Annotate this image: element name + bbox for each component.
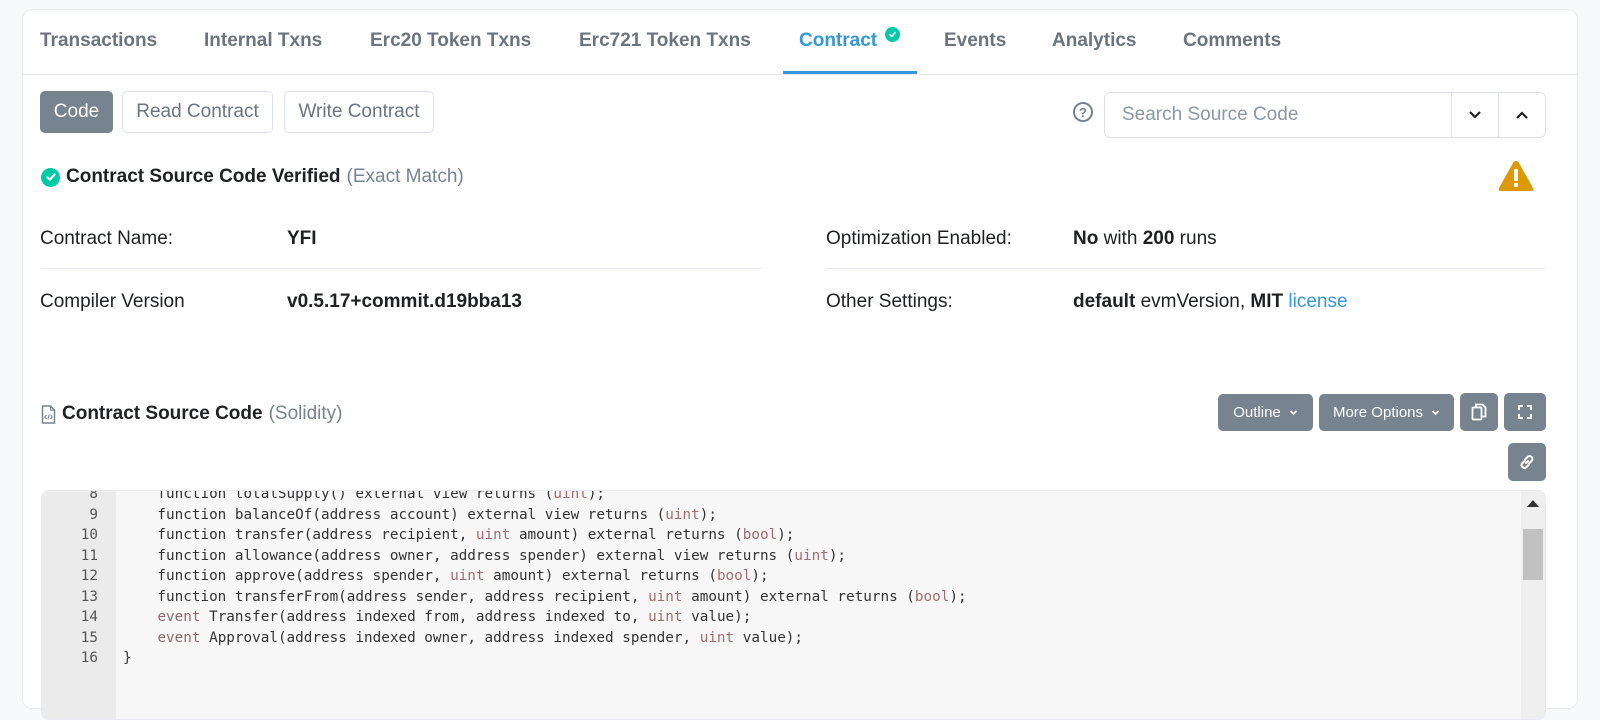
code-line: 15 event Approval(address indexed owner,…: [42, 628, 1545, 649]
line-number: 10: [80, 527, 98, 543]
code-line: 10 function transfer(address recipient, …: [42, 525, 1545, 546]
warning-icon[interactable]: [1497, 159, 1535, 198]
source-code-heading: Contract Source Code (Solidity): [41, 403, 343, 425]
code-text: event Approval(address indexed owner, ad…: [157, 629, 804, 646]
code-text: function totalSupply() external view ret…: [123, 490, 606, 502]
license-type: MIT: [1250, 291, 1284, 312]
compiler-version-value: v0.5.17+commit.d19bba13: [287, 291, 522, 312]
contract-card: Transactions Internal Txns Erc20 Token T…: [22, 9, 1578, 720]
tab-transactions[interactable]: Transactions: [40, 30, 157, 52]
code-line: 12 function approve(address spender, uin…: [42, 566, 1545, 587]
code-line: 16}: [42, 648, 1545, 669]
line-number: 16: [80, 650, 98, 666]
divider: [826, 268, 1546, 269]
tab-contract[interactable]: Contract: [799, 30, 877, 52]
editor-scrollbar[interactable]: [1521, 491, 1545, 719]
optimization-with: with: [1103, 228, 1138, 249]
code-text: event Transfer(address indexed from, add…: [157, 609, 752, 625]
scroll-up-arrow-icon[interactable]: [1527, 500, 1539, 507]
search-next-button[interactable]: [1451, 93, 1498, 137]
code-text: function allowance(address owner, addres…: [123, 547, 847, 564]
tab-events[interactable]: Events: [944, 30, 1006, 52]
tab-erc721-token-txns[interactable]: Erc721 Token Txns: [579, 30, 751, 52]
tab-comments[interactable]: Comments: [1183, 30, 1281, 52]
code-lines: 8 function totalSupply() external view r…: [42, 490, 1545, 669]
source-language: (Solidity): [268, 403, 343, 424]
help-icon[interactable]: ?: [1073, 102, 1093, 122]
other-settings-value: default evmVersion, MIT license: [1073, 291, 1348, 313]
code-text: function transfer(address recipient, uin…: [123, 527, 795, 543]
search-source-group: [1104, 92, 1546, 138]
active-tab-indicator: [783, 71, 917, 74]
read-contract-button[interactable]: Read Contract: [122, 91, 273, 133]
code-text: function balanceOf(address account) exte…: [123, 506, 717, 523]
verified-check-icon: [885, 27, 900, 42]
divider: [40, 268, 761, 269]
file-code-icon: [41, 404, 56, 424]
optimization-runs: 200: [1142, 228, 1175, 249]
write-contract-button[interactable]: Write Contract: [284, 91, 434, 133]
search-source-input[interactable]: [1105, 93, 1451, 137]
verified-qualifier: (Exact Match): [346, 166, 464, 187]
scrollbar-thumb[interactable]: [1523, 529, 1543, 580]
chevron-down-icon: [1289, 410, 1297, 416]
line-number: 12: [80, 568, 98, 584]
line-number: 13: [80, 588, 98, 605]
line-number: 14: [80, 609, 98, 625]
optimization-value: No with 200 runs: [1073, 228, 1217, 250]
contract-name-value: YFI: [287, 228, 317, 249]
code-text: }: [123, 650, 132, 666]
line-number: 9: [89, 506, 98, 523]
search-prev-button[interactable]: [1498, 93, 1545, 137]
tab-bar: Transactions Internal Txns Erc20 Token T…: [23, 10, 1577, 75]
fullscreen-button[interactable]: [1504, 393, 1546, 431]
code-text: function transferFrom(address sender, ad…: [123, 588, 967, 605]
outline-label: Outline: [1233, 404, 1281, 421]
chevron-down-icon: [1431, 410, 1440, 416]
optimization-runs-suffix: runs: [1179, 228, 1217, 249]
permalink-button[interactable]: [1508, 443, 1546, 481]
tab-erc20-token-txns[interactable]: Erc20 Token Txns: [370, 30, 531, 52]
more-options-dropdown-button[interactable]: More Options: [1319, 394, 1454, 431]
line-number: 11: [80, 547, 98, 564]
code-line: 8 function totalSupply() external view r…: [42, 490, 1545, 505]
code-line: 9 function balanceOf(address account) ex…: [42, 505, 1545, 526]
code-button[interactable]: Code: [40, 91, 113, 133]
tab-internal-txns[interactable]: Internal Txns: [204, 30, 322, 52]
evm-version: default: [1073, 291, 1136, 312]
verified-status: Contract Source Code Verified (Exact Mat…: [41, 166, 464, 188]
code-line: 13 function transferFrom(address sender,…: [42, 587, 1545, 608]
more-options-label: More Options: [1332, 404, 1424, 421]
verified-title: Contract Source Code Verified: [66, 166, 341, 187]
code-text: function approve(address spender, uint a…: [123, 568, 769, 584]
outline-dropdown-button[interactable]: Outline: [1218, 394, 1313, 431]
license-link[interactable]: license: [1288, 291, 1347, 312]
line-number: 8: [89, 490, 98, 502]
copy-source-button[interactable]: [1460, 393, 1498, 431]
source-code-title: Contract Source Code: [62, 403, 263, 424]
optimization-label: Optimization Enabled:: [826, 228, 1012, 249]
evm-version-suffix: evmVersion,: [1140, 291, 1246, 312]
compiler-version-label: Compiler Version: [40, 291, 185, 312]
code-line: 14 event Transfer(address indexed from, …: [42, 607, 1545, 628]
code-line: 11 function allowance(address owner, add…: [42, 546, 1545, 567]
chevron-down-icon: [1469, 111, 1481, 119]
verified-check-icon: [41, 167, 60, 187]
expand-icon: [1518, 405, 1532, 419]
copy-icon: [1471, 403, 1487, 421]
link-icon: [1520, 455, 1534, 469]
other-settings-label: Other Settings:: [826, 291, 953, 312]
chevron-up-icon: [1516, 111, 1528, 119]
contract-name-label: Contract Name:: [40, 228, 174, 249]
line-number: 15: [80, 629, 98, 646]
tab-analytics[interactable]: Analytics: [1052, 30, 1136, 52]
optimization-enabled: No: [1073, 228, 1099, 249]
source-code-editor[interactable]: 8 function totalSupply() external view r…: [41, 490, 1546, 720]
